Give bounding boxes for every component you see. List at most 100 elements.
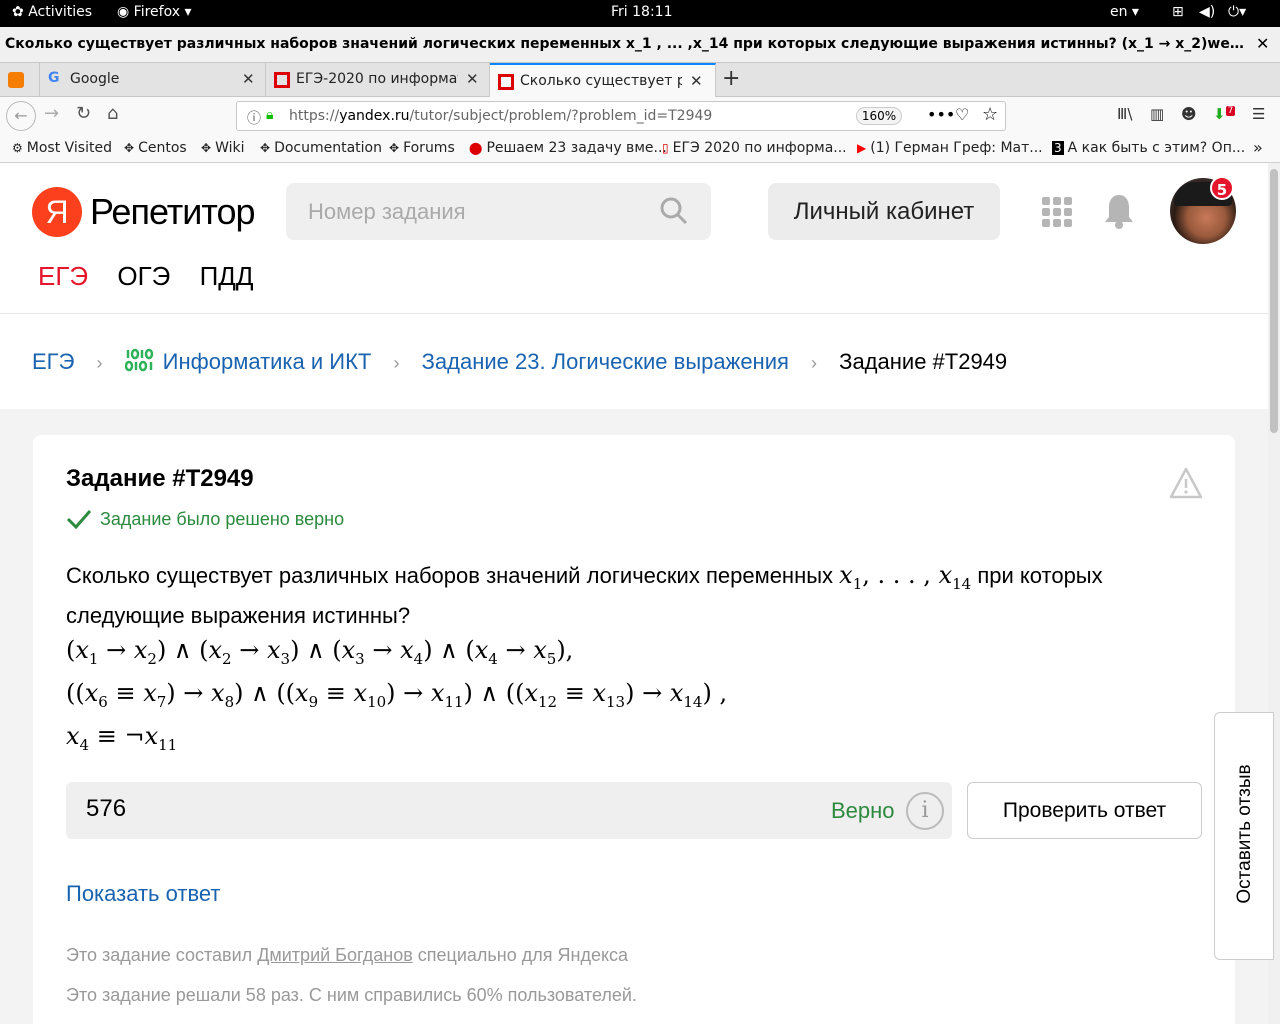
clock[interactable]: Fri 18:11 — [611, 4, 672, 20]
new-tab-icon[interactable]: + — [722, 66, 740, 91]
task-stats: Это задание решали 58 раз. С ним справил… — [66, 985, 637, 1005]
question-text: Сколько существует различных наборов зна… — [66, 561, 1103, 628]
breadcrumb-ege[interactable]: ЕГЭ — [32, 349, 74, 374]
bookmark-forums[interactable]: ✥ Forums — [389, 140, 455, 156]
site-icon: ▯ — [662, 141, 669, 155]
yandex-logo-icon: Я — [32, 187, 82, 237]
close-tab-icon[interactable]: ✕ — [242, 70, 255, 88]
lock-icon: 🔒︎ — [266, 107, 274, 123]
show-answer-link[interactable]: Показать ответ — [66, 881, 220, 907]
breadcrumb-subject[interactable]: Информатика и ИКТ — [124, 348, 378, 374]
chevron-right-icon: › — [96, 353, 103, 373]
volume-icon[interactable]: ◀) — [1199, 4, 1215, 20]
back-icon[interactable]: ← — [6, 101, 36, 131]
system-top-bar: ✿ Activities ◉ Firefox ▾ Fri 18:11 en ▾ … — [0, 0, 1280, 27]
page-content: Я Репетитор Личный кабинет 5 ЕГЭ ОГЭ ПДД… — [0, 163, 1268, 1024]
tab-label: ЕГЭ-2020 по информати — [296, 71, 458, 87]
tab-current[interactable]: Сколько существует раз ✕ — [490, 63, 716, 97]
report-warning-icon[interactable] — [1169, 467, 1203, 499]
chevron-right-icon: › — [393, 353, 400, 373]
bookmark-centos[interactable]: ✥ Centos — [124, 140, 187, 156]
task-card: Задание #T2949 Задание было решено верно… — [33, 435, 1235, 1024]
close-window-icon[interactable]: ✕ — [1256, 34, 1269, 53]
centos-icon: ✥ — [260, 141, 271, 155]
centos-icon: ✥ — [389, 141, 400, 155]
exam-tab-pdd[interactable]: ПДД — [200, 261, 254, 291]
tab-pinned-blogger[interactable] — [0, 63, 40, 97]
navigation-toolbar: ← → ↻ ⌂ ⓘ 🔒︎ https://yandex.ru/tutor/sub… — [0, 97, 1280, 137]
power-icon[interactable]: ⏻▾ — [1228, 4, 1246, 20]
search-input[interactable] — [286, 183, 666, 240]
activities-button[interactable]: ✿ Activities — [12, 4, 92, 20]
home-icon[interactable]: ⌂ — [107, 103, 118, 124]
centos-icon: ✥ — [124, 141, 135, 155]
exam-nav: ЕГЭ ОГЭ ПДД — [38, 261, 275, 292]
language-selector[interactable]: en ▾ — [1110, 4, 1139, 20]
info-icon[interactable]: i — [906, 792, 944, 830]
menu-icon[interactable]: ☰ — [1252, 105, 1265, 123]
bookmark-wiki[interactable]: ✥ Wiki — [201, 140, 244, 156]
activities-icon: ✿ — [12, 4, 29, 20]
apps-grid-icon[interactable] — [1042, 197, 1072, 227]
tab-ege-2020[interactable]: ЕГЭ-2020 по информати ✕ — [266, 63, 490, 97]
exam-tab-ege[interactable]: ЕГЭ — [38, 261, 88, 291]
tab-strip: G Google ✕ ЕГЭ-2020 по информати ✕ Сколь… — [0, 63, 1280, 97]
bookmark-star-icon[interactable]: ☆ — [982, 104, 998, 125]
url-bar[interactable]: ⓘ 🔒︎ https://yandex.ru/tutor/subject/pro… — [236, 101, 1006, 131]
check-answer-button[interactable]: Проверить ответ — [967, 782, 1202, 839]
math-variables: x1, . . . , x14 — [839, 561, 972, 593]
bookmark-youtube[interactable]: ▶ (1) Герман Греф: Мат... — [857, 140, 1043, 156]
feedback-button[interactable]: Оставить отзыв — [1214, 712, 1274, 960]
zoom-indicator[interactable]: 160% — [856, 107, 902, 125]
site-info-icon[interactable]: ⓘ — [247, 108, 261, 128]
bookmarks-toolbar: ⚙ Most Visited ✥ Centos ✥ Wiki ✥ Documentati… — [0, 137, 1280, 163]
youtube-icon: ▶ — [857, 141, 867, 155]
window-title: Сколько существует различных наборов зна… — [5, 36, 1248, 52]
close-tab-icon[interactable]: ✕ — [466, 70, 479, 88]
answer-status: Верно — [831, 798, 895, 823]
url-text[interactable]: https://yandex.ru/tutor/subject/problem/… — [289, 108, 712, 124]
close-tab-icon[interactable]: ✕ — [690, 72, 703, 90]
site-icon — [274, 72, 290, 88]
account-icon[interactable]: ☻ — [1181, 105, 1197, 123]
task-title: Задание #T2949 — [66, 465, 254, 492]
exam-tab-oge[interactable]: ОГЭ — [117, 261, 170, 291]
author-link[interactable]: Дмитрий Богданов — [257, 945, 413, 965]
answer-field[interactable]: 576 Верно i — [66, 782, 952, 839]
tab-label: Сколько существует раз — [520, 73, 682, 89]
centos-icon: ✥ — [201, 141, 212, 155]
bookmark-solve-23[interactable]: ⬤ Решаем 23 задачу вме... — [469, 140, 667, 156]
library-icon[interactable]: Ⅲ\ — [1117, 105, 1132, 123]
tab-label: Google — [70, 71, 120, 87]
tab-google[interactable]: G Google ✕ — [40, 63, 266, 97]
network-icon[interactable]: ⊞ — [1172, 4, 1184, 20]
bell-icon[interactable] — [1104, 193, 1134, 229]
pocket-icon[interactable]: ♡ — [955, 105, 969, 124]
notification-badge: 5 — [1210, 176, 1234, 200]
bookmark-most-visited[interactable]: ⚙ Most Visited — [12, 140, 112, 156]
bookmark-ege-2020[interactable]: ▯ ЕГЭ 2020 по информа... — [662, 140, 847, 156]
bookmark-how-to-be[interactable]: 3А как быть с этим? Оп... — [1052, 140, 1245, 156]
app-menu[interactable]: ◉ Firefox ▾ — [117, 4, 191, 20]
avatar[interactable]: 5 — [1170, 176, 1236, 244]
search-icon[interactable] — [660, 197, 688, 225]
window-title-bar: Сколько существует различных наборов зна… — [0, 27, 1280, 63]
personal-cabinet-button[interactable]: Личный кабинет — [768, 183, 1000, 240]
forward-icon[interactable]: → — [44, 103, 59, 124]
blogger-icon — [8, 72, 24, 88]
task-search — [286, 183, 711, 240]
breadcrumb-topic[interactable]: Задание 23. Логические выражения — [422, 349, 789, 374]
google-icon: G — [48, 70, 60, 86]
answer-value[interactable]: 576 — [86, 795, 126, 823]
sidebar-icon[interactable]: ▥ — [1150, 105, 1164, 123]
check-icon — [66, 510, 92, 529]
downloads-icon[interactable]: ⬇ 7 — [1213, 105, 1236, 123]
firefox-icon: ◉ — [117, 4, 134, 20]
bookmark-documentation[interactable]: ✥ Documentation — [260, 140, 382, 156]
reload-icon[interactable]: ↻ — [76, 103, 91, 124]
scrollbar-thumb[interactable] — [1270, 169, 1278, 433]
binary-icon — [124, 348, 153, 372]
bookmarks-overflow-icon[interactable]: » — [1253, 138, 1263, 157]
page-actions-icon[interactable]: ••• — [927, 105, 955, 124]
stop-icon: ⬤ — [469, 141, 483, 155]
